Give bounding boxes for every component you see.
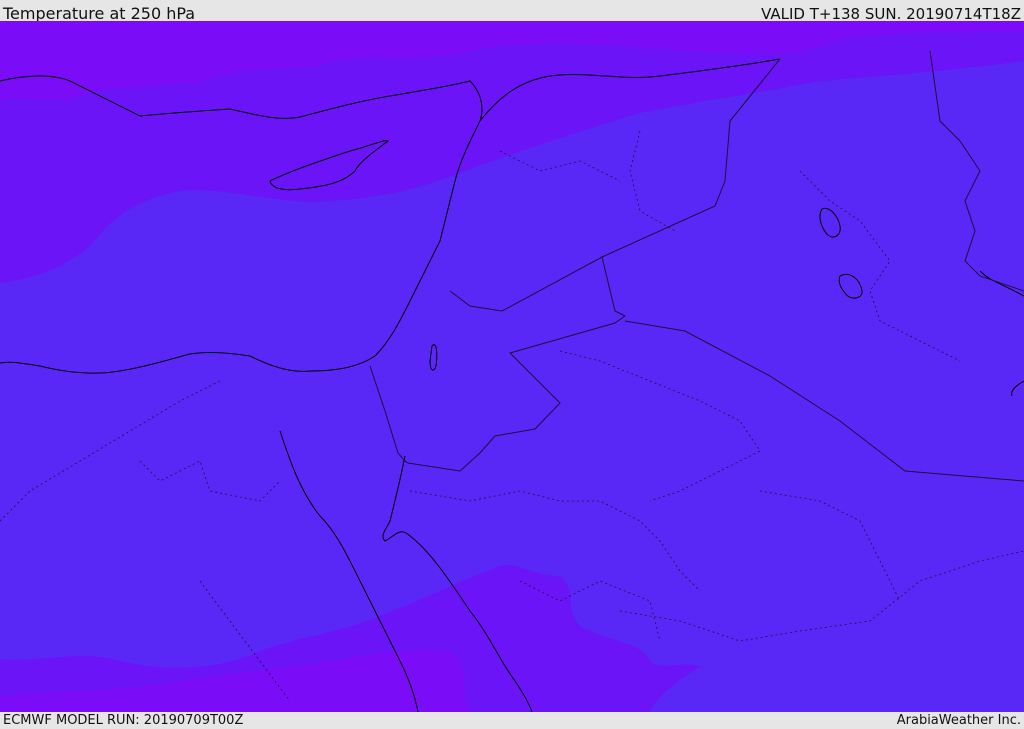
model-run-label: ECMWF MODEL RUN: 20190709T00Z [3, 713, 244, 728]
temperature-map[interactable] [0, 21, 1024, 712]
footer-bar: ECMWF MODEL RUN: 20190709T00Z ArabiaWeat… [0, 712, 1024, 729]
header-bar: Temperature at 250 hPa VALID T+138 SUN. … [0, 0, 1024, 23]
credit-label: ArabiaWeather Inc. [896, 713, 1021, 728]
